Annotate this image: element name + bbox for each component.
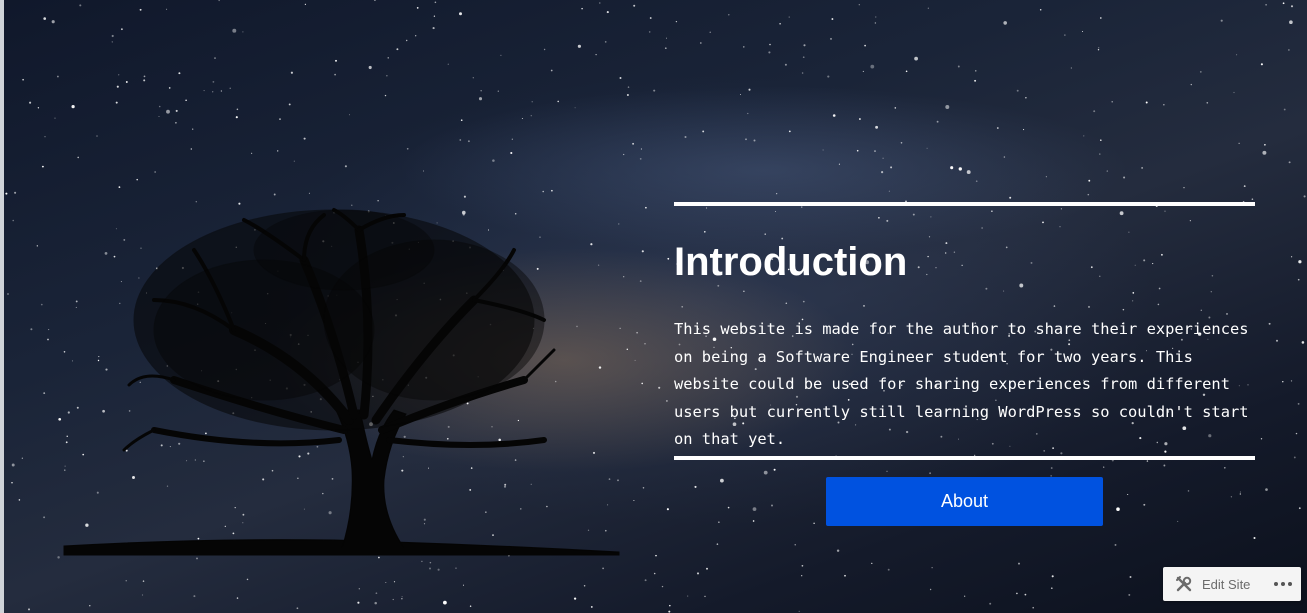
bottom-divider bbox=[674, 455, 1255, 460]
intro-section: Introduction This website is made for th… bbox=[674, 202, 1255, 460]
edit-site-button[interactable]: Edit Site bbox=[1163, 567, 1250, 601]
about-button[interactable]: About bbox=[826, 477, 1103, 526]
admin-edit-bar: Edit Site bbox=[1163, 567, 1301, 601]
hero-section: Introduction This website is made for th… bbox=[0, 0, 1307, 613]
intro-title: Introduction bbox=[674, 240, 908, 284]
intro-paragraph: This website is made for the author to s… bbox=[674, 320, 1249, 448]
more-options-button[interactable] bbox=[1265, 567, 1301, 601]
more-horizontal-icon bbox=[1274, 582, 1292, 586]
tools-icon bbox=[1176, 576, 1192, 592]
edit-site-label: Edit Site bbox=[1202, 576, 1251, 592]
top-divider bbox=[674, 202, 1255, 206]
